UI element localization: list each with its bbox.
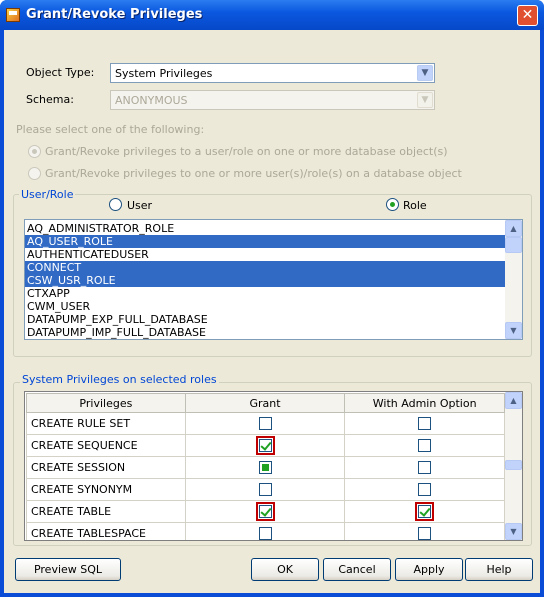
admin-option-checkbox[interactable] [418, 461, 432, 475]
admin-option-checkbox[interactable] [418, 505, 432, 518]
schema-select: ANONYMOUS ▼ [110, 90, 435, 110]
table-row[interactable]: CREATE TABLE [26, 500, 505, 523]
scroll-thumb[interactable] [505, 237, 522, 253]
ok-button[interactable]: OK [251, 558, 319, 581]
app-icon [6, 8, 20, 22]
cancel-button[interactable]: Cancel [323, 558, 391, 581]
scroll-up-icon[interactable]: ▲ [505, 220, 522, 237]
highlight-box [415, 502, 435, 521]
grant-cell [184, 456, 346, 479]
privilege-name: CREATE SEQUENCE [26, 434, 186, 457]
role-list-scrollbar[interactable]: ▲ ▼ [505, 220, 522, 339]
table-row[interactable]: CREATE SESSION [26, 456, 505, 479]
user-radio-label[interactable]: User [127, 199, 152, 212]
col-header-admin[interactable]: With Admin Option [344, 393, 505, 413]
privilege-name: CREATE RULE SET [26, 412, 186, 435]
list-item[interactable]: AUTHENTICATEDUSER [25, 248, 505, 261]
schema-label: Schema: [26, 93, 74, 106]
list-item[interactable]: CONNECT [25, 261, 505, 274]
help-button[interactable]: Help [465, 558, 533, 581]
close-icon: ✕ [521, 7, 534, 23]
close-button[interactable]: ✕ [517, 5, 538, 26]
admin-option-cell [344, 522, 505, 540]
list-item[interactable]: AQ_ADMINISTRATOR_ROLE [25, 222, 505, 235]
table-row[interactable]: CREATE RULE SET [26, 412, 505, 435]
preview-sql-button[interactable]: Preview SQL [15, 558, 121, 581]
col-header-privileges[interactable]: Privileges [26, 393, 186, 413]
admin-option-cell [344, 500, 505, 523]
grant-cell [184, 522, 346, 540]
grant-cell [184, 500, 346, 523]
scroll-thumb[interactable] [505, 460, 522, 470]
dialog-body: Object Type: System Privileges ▼ Schema:… [4, 30, 540, 593]
title-bar[interactable]: Grant/Revoke Privileges ✕ [0, 0, 544, 30]
admin-option-checkbox[interactable] [418, 483, 432, 497]
user-role-group-title: User/Role [19, 188, 76, 201]
admin-option-cell [344, 434, 505, 457]
table-row[interactable]: CREATE TABLESPACE [26, 522, 505, 540]
object-type-value: System Privileges [115, 67, 213, 80]
object-type-label: Object Type: [26, 66, 95, 79]
grant-checkbox[interactable] [258, 505, 272, 518]
option2-label: Grant/Revoke privileges to one or more u… [45, 167, 462, 180]
admin-option-cell [344, 456, 505, 479]
dialog-window: Grant/Revoke Privileges ✕ Object Type: S… [0, 0, 544, 597]
grant-checkbox[interactable] [258, 527, 272, 540]
selection-prompt: Please select one of the following: [16, 123, 205, 136]
scroll-down-icon[interactable]: ▼ [505, 322, 522, 339]
privileges-rows: CREATE RULE SET CREATE SEQUENCE CREATE SES… [26, 412, 505, 540]
grant-cell [184, 434, 346, 457]
list-item[interactable]: DATAPUMP_IMP_FULL_DATABASE [25, 326, 505, 339]
admin-option-cell [344, 412, 505, 435]
privileges-table: Privileges Grant With Admin Option CREAT… [26, 393, 505, 540]
window-title: Grant/Revoke Privileges [26, 7, 203, 22]
scroll-down-icon[interactable]: ▼ [505, 523, 522, 540]
table-row[interactable]: CREATE SYNONYM [26, 478, 505, 501]
role-radio[interactable] [386, 198, 399, 211]
admin-option-checkbox[interactable] [418, 417, 432, 431]
list-item[interactable]: CTXAPP [25, 287, 505, 300]
role-radio-label[interactable]: Role [403, 199, 427, 212]
chevron-down-icon: ▼ [417, 92, 433, 108]
user-role-list[interactable]: AQ_ADMINISTRATOR_ROLE AQ_USER_ROLE AUTHENT… [24, 219, 523, 340]
admin-option-checkbox[interactable] [418, 439, 432, 453]
privilege-name: CREATE SYNONYM [26, 478, 186, 501]
role-items: AQ_ADMINISTRATOR_ROLE AQ_USER_ROLE AUTHENT… [25, 222, 505, 339]
user-radio[interactable] [109, 198, 122, 211]
list-item[interactable]: DATAPUMP_EXP_FULL_DATABASE [25, 313, 505, 326]
privileges-scrollbar[interactable]: ▲ ▼ [505, 392, 522, 540]
grant-cell [184, 478, 346, 501]
list-item[interactable]: CSW_USR_ROLE [25, 274, 505, 287]
object-type-select[interactable]: System Privileges ▼ [110, 63, 435, 83]
scroll-up-icon[interactable]: ▲ [505, 392, 522, 409]
privileges-grid[interactable]: Privileges Grant With Admin Option CREAT… [24, 391, 523, 541]
option2-radio [28, 167, 41, 180]
col-header-grant[interactable]: Grant [184, 393, 346, 413]
option1-radio [28, 145, 41, 158]
admin-option-checkbox[interactable] [418, 527, 432, 540]
option1-label: Grant/Revoke privileges to a user/role o… [45, 145, 448, 158]
list-item[interactable]: CWM_USER [25, 300, 505, 313]
privilege-name: CREATE SESSION [26, 456, 186, 479]
highlight-box [255, 502, 275, 521]
list-item[interactable]: AQ_USER_ROLE [25, 235, 505, 248]
admin-option-cell [344, 478, 505, 501]
grant-checkbox[interactable] [258, 417, 272, 431]
privileges-group-title: System Privileges on selected roles [20, 373, 219, 386]
grant-cell [184, 412, 346, 435]
chevron-down-icon[interactable]: ▼ [417, 65, 433, 81]
privilege-name: CREATE TABLE [26, 500, 186, 523]
grant-checkbox[interactable] [258, 461, 272, 475]
grid-header-row: Privileges Grant With Admin Option [26, 393, 505, 413]
schema-value: ANONYMOUS [115, 94, 188, 107]
apply-button[interactable]: Apply [395, 558, 463, 581]
table-row[interactable]: CREATE SEQUENCE [26, 434, 505, 457]
grant-checkbox[interactable] [258, 439, 272, 452]
highlight-box [255, 436, 275, 455]
privilege-name: CREATE TABLESPACE [26, 522, 186, 540]
grant-checkbox[interactable] [258, 483, 272, 497]
